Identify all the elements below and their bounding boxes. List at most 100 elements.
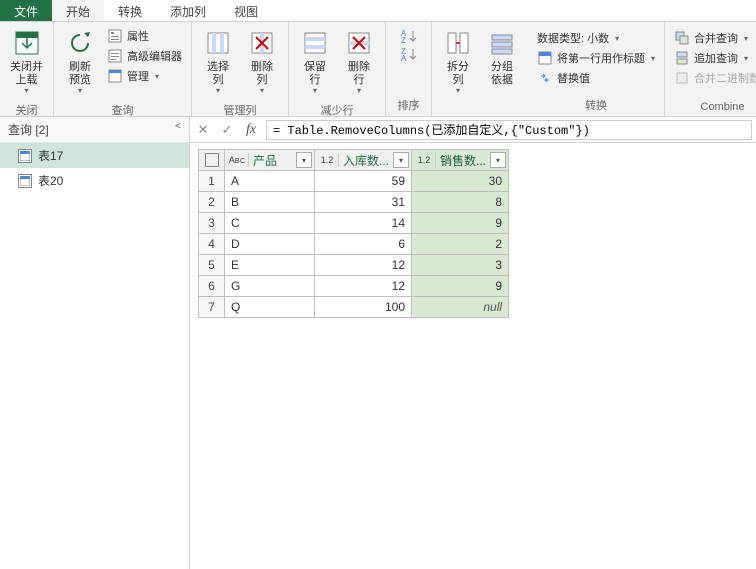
keep-rows-button[interactable]: 保留 行 ▾ xyxy=(293,25,337,97)
manage-button[interactable]: 管理 ▾ xyxy=(104,67,185,85)
caret-down-icon: ▾ xyxy=(456,86,460,95)
properties-button[interactable]: 属性 xyxy=(104,27,185,45)
column-header[interactable]: 1.2入库数...▾ xyxy=(315,150,412,171)
data-cell[interactable]: null xyxy=(412,297,509,318)
formula-bar: ✕ ✓ fx xyxy=(190,117,756,143)
filter-button[interactable]: ▾ xyxy=(393,152,409,168)
column-header[interactable]: ABC产品▾ xyxy=(225,150,315,171)
choose-columns-button[interactable]: 选择 列 ▾ xyxy=(196,25,240,97)
advanced-editor-button[interactable]: 高级编辑器 xyxy=(104,47,185,65)
query-item[interactable]: 表17 xyxy=(0,143,189,168)
data-cell[interactable]: 12 xyxy=(315,276,412,297)
data-cell[interactable]: 9 xyxy=(412,276,509,297)
chevron-left-icon: < xyxy=(175,121,181,138)
svg-text:Z: Z xyxy=(401,36,406,44)
ribbon: 关闭并 上载 ▾ 关闭 刷新 预览 ▾ 属性 高级编 xyxy=(0,22,756,117)
ribbon-group-close: 关闭并 上载 ▾ 关闭 xyxy=(0,22,54,116)
ribbon-group-combine: 合并查询 ▾ 追加查询 ▾ 合并二进制数据 Combine xyxy=(665,22,756,116)
query-item[interactable]: 表20 xyxy=(0,168,189,193)
combine-binary-button[interactable]: 合并二进制数据 xyxy=(671,69,756,87)
tab-file[interactable]: 文件 xyxy=(0,0,52,21)
type-icon: ABC xyxy=(229,153,249,167)
row-number[interactable]: 2 xyxy=(199,192,225,213)
data-cell[interactable]: 6 xyxy=(315,234,412,255)
group-by-button[interactable]: 分组 依据 xyxy=(480,25,524,89)
editor-icon xyxy=(107,48,123,64)
fx-icon: fx xyxy=(242,121,260,139)
merge-queries-button[interactable]: 合并查询 ▾ xyxy=(671,29,756,47)
caret-down-icon: ▾ xyxy=(155,72,159,81)
remove-columns-button[interactable]: 删除 列 ▾ xyxy=(240,25,284,97)
append-queries-button[interactable]: 追加查询 ▾ xyxy=(671,49,756,67)
data-cell[interactable]: 14 xyxy=(315,213,412,234)
type-icon: 1.2 xyxy=(319,153,339,167)
data-cell[interactable]: E xyxy=(225,255,315,276)
data-cell[interactable]: 100 xyxy=(315,297,412,318)
tab-home[interactable]: 开始 xyxy=(52,0,104,21)
caret-down-icon: ▾ xyxy=(744,54,748,63)
formula-cancel-button[interactable]: ✕ xyxy=(194,121,212,139)
data-cell[interactable]: 31 xyxy=(315,192,412,213)
sort-desc-button[interactable]: ZA xyxy=(399,46,419,62)
data-cell[interactable]: A xyxy=(225,171,315,192)
tab-add-column[interactable]: 添加列 xyxy=(156,0,220,21)
data-cell[interactable]: 9 xyxy=(412,213,509,234)
data-cell[interactable]: 59 xyxy=(315,171,412,192)
ribbon-group-transform: 数据类型: 小数 ▾ 将第一行用作标题 ▾ 替换值 转换 xyxy=(528,22,665,116)
first-row-header-button[interactable]: 将第一行用作标题 ▾ xyxy=(534,49,658,67)
type-icon: 1.2 xyxy=(416,153,436,167)
merge-icon xyxy=(674,30,690,46)
queries-sidebar: 查询 [2] < 表17表20 xyxy=(0,117,190,569)
table-icon xyxy=(18,149,32,163)
caret-down-icon: ▾ xyxy=(651,54,655,63)
column-header[interactable]: 1.2销售数...▾ xyxy=(412,150,509,171)
ribbon-tabstrip: 文件 开始 转换 添加列 视图 xyxy=(0,0,756,22)
row-number[interactable]: 5 xyxy=(199,255,225,276)
data-cell[interactable]: D xyxy=(225,234,315,255)
manage-icon xyxy=(107,68,123,84)
row-number[interactable]: 4 xyxy=(199,234,225,255)
data-grid[interactable]: ABC产品▾1.2入库数...▾1.2销售数...▾1A59302B3183C1… xyxy=(190,143,756,569)
ribbon-group-manage-cols: 选择 列 ▾ 删除 列 ▾ 管理列 xyxy=(192,22,289,116)
filter-button[interactable]: ▾ xyxy=(296,152,312,168)
caret-down-icon: ▾ xyxy=(216,86,220,95)
remove-rows-icon xyxy=(343,27,375,59)
data-cell[interactable]: Q xyxy=(225,297,315,318)
data-type-button[interactable]: 数据类型: 小数 ▾ xyxy=(534,29,658,47)
row-number[interactable]: 3 xyxy=(199,213,225,234)
caret-down-icon: ▾ xyxy=(357,86,361,95)
row-number[interactable]: 1 xyxy=(199,171,225,192)
data-cell[interactable]: 8 xyxy=(412,192,509,213)
tab-transform[interactable]: 转换 xyxy=(104,0,156,21)
table-icon xyxy=(18,174,32,188)
data-cell[interactable]: C xyxy=(225,213,315,234)
ribbon-group-query: 刷新 预览 ▾ 属性 高级编辑器 管理 ▾ 查询 xyxy=(54,22,192,116)
group-icon xyxy=(486,27,518,59)
row-number[interactable]: 6 xyxy=(199,276,225,297)
caret-down-icon: ▾ xyxy=(24,86,28,95)
data-cell[interactable]: 30 xyxy=(412,171,509,192)
formula-input[interactable] xyxy=(266,120,752,140)
data-cell[interactable]: G xyxy=(225,276,315,297)
split-column-button[interactable]: 拆分 列 ▾ xyxy=(436,25,480,97)
formula-commit-button[interactable]: ✓ xyxy=(218,121,236,139)
sidebar-header[interactable]: 查询 [2] < xyxy=(0,117,189,143)
sort-asc-button[interactable]: AZ xyxy=(399,28,419,44)
select-all-corner[interactable] xyxy=(199,150,225,171)
ribbon-group-split-group: 拆分 列 ▾ 分组 依据 xyxy=(432,22,528,116)
data-cell[interactable]: B xyxy=(225,192,315,213)
caret-down-icon: ▾ xyxy=(744,34,748,43)
refresh-preview-button[interactable]: 刷新 预览 ▾ xyxy=(58,25,102,97)
data-cell[interactable]: 3 xyxy=(412,255,509,276)
data-cell[interactable]: 12 xyxy=(315,255,412,276)
ribbon-group-sort: AZ ZA 排序 xyxy=(386,22,432,116)
row-number[interactable]: 7 xyxy=(199,297,225,318)
tab-view[interactable]: 视图 xyxy=(220,0,272,21)
remove-rows-button[interactable]: 删除 行 ▾ xyxy=(337,25,381,97)
filter-button[interactable]: ▾ xyxy=(490,152,506,168)
caret-down-icon: ▾ xyxy=(313,86,317,95)
replace-values-button[interactable]: 替换值 xyxy=(534,69,658,87)
close-and-load-button[interactable]: 关闭并 上载 ▾ xyxy=(4,25,49,97)
data-cell[interactable]: 2 xyxy=(412,234,509,255)
caret-down-icon: ▾ xyxy=(260,86,264,95)
